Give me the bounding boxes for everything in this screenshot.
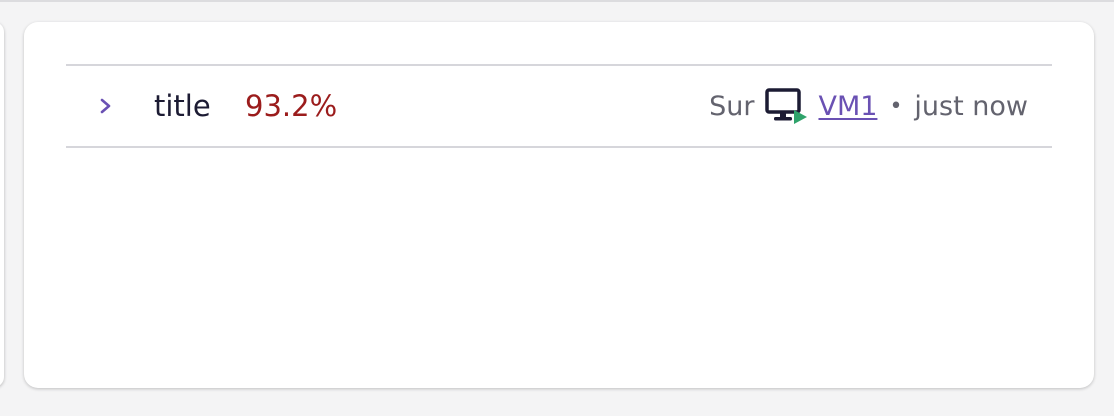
top-divider — [0, 0, 1114, 2]
chevron-right-icon[interactable] — [96, 94, 116, 118]
vm-link[interactable]: VM1 — [818, 91, 877, 122]
monitor-play-icon — [765, 88, 808, 124]
result-row[interactable]: title 93.2% Sur VM1 • just now — [66, 64, 1052, 148]
row-timestamp: just now — [914, 90, 1028, 122]
adjacent-card-edge — [0, 22, 4, 387]
meta-prefix: Sur — [709, 90, 755, 122]
row-title: title — [154, 89, 211, 123]
results-card: title 93.2% Sur VM1 • just now — [24, 22, 1094, 388]
row-meta: Sur VM1 • just now — [709, 88, 1028, 124]
row-value: 93.2% — [245, 89, 338, 123]
meta-separator: • — [889, 93, 903, 119]
